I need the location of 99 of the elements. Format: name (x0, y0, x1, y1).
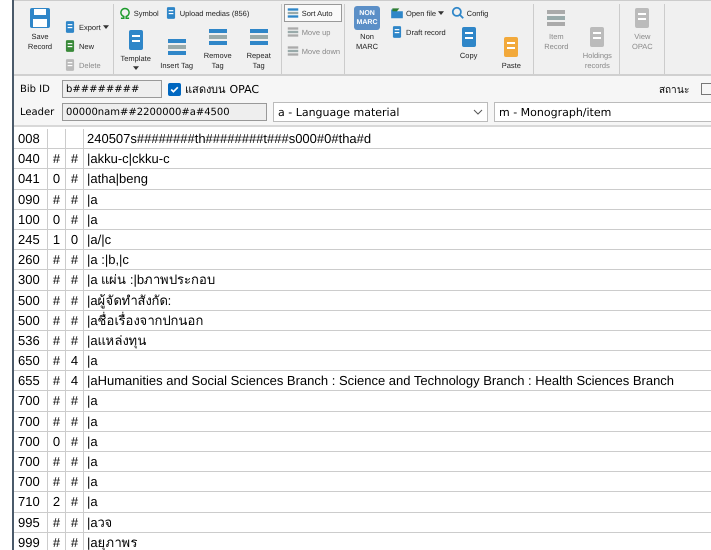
table-cell: # (66, 412, 84, 431)
table-cell: # (48, 250, 66, 270)
table-cell: 260 (14, 250, 48, 270)
table-cell: 0 (66, 230, 84, 250)
table-cell: 500 (14, 290, 48, 310)
omega-icon (118, 6, 132, 20)
table-cell: 040 (14, 149, 48, 168)
table-cell: # (66, 270, 84, 290)
table-cell: 655 (14, 371, 48, 390)
table-cell: # (48, 452, 66, 472)
show-opac-checkbox[interactable]: แสดงบน OPAC (168, 80, 260, 98)
table-cell-text: |a (86, 453, 99, 471)
table-cell-text: |aยุภาพร (86, 534, 139, 550)
table-cell: # (66, 190, 84, 209)
table-cell: # (66, 492, 84, 512)
table-cell-text: |a (86, 210, 99, 229)
table-cell-text: 240507s########th########t###s000#0#tha#d (86, 130, 372, 148)
table-cell: 100 (14, 210, 48, 229)
table-cell: 650 (14, 351, 48, 370)
table-cell-text: |a (86, 392, 99, 410)
field-label: Leader (20, 106, 56, 118)
table-cell: # (66, 310, 84, 330)
table-cell: # (48, 371, 66, 390)
table-cell-text: |aวจ (86, 514, 114, 532)
table-cell-text: |atha|beng (86, 170, 149, 188)
export-icon (63, 20, 77, 34)
table-cell: 0 (48, 210, 66, 229)
table-cell: 700 (14, 432, 48, 451)
bib-id-field[interactable]: b######## (62, 80, 162, 98)
table-cell: 008 (14, 129, 48, 148)
table-cell: 2 (48, 492, 66, 512)
table-cell: # (66, 210, 84, 229)
table-cell: # (66, 432, 84, 451)
table-cell: # (66, 290, 84, 310)
table-cell-text: |aผู้จัดทำสังกัด: (86, 292, 172, 310)
table-cell: # (48, 149, 66, 168)
table-cell: # (66, 512, 84, 532)
new-document-icon (63, 39, 77, 53)
table-cell: 700 (14, 391, 48, 411)
table-cell: 041 (14, 169, 48, 189)
table-cell: # (66, 330, 84, 350)
table-cell-text: |a แผ่น :|bภาพประกอบ (86, 271, 216, 290)
table-cell-text: |a (86, 190, 99, 209)
type-dropdown[interactable]: a - Language material (273, 102, 488, 122)
table-cell: # (66, 169, 84, 189)
document-icon (63, 58, 77, 72)
table-cell: 700 (14, 412, 48, 431)
field-label: Bib ID (20, 84, 51, 94)
table-cell: 700 (14, 472, 48, 492)
table-cell: # (48, 190, 66, 209)
sort-icon (286, 6, 300, 20)
table-cell: 999 (14, 532, 48, 550)
table-cell: # (48, 412, 66, 431)
table-cell: # (48, 472, 66, 492)
table-cell: 245 (14, 230, 48, 250)
table-cell: # (48, 532, 66, 550)
table-cell-text: |a/|c (86, 230, 112, 249)
table-cell: 4 (66, 371, 84, 390)
table-cell: # (48, 310, 66, 330)
table-cell: 700 (14, 452, 48, 472)
table-cell: 0 (48, 432, 66, 451)
table-cell-text: |aชื่อเรื่องจากปกนอก (86, 310, 205, 330)
table-cell: 536 (14, 330, 48, 350)
table-cell: 500 (14, 310, 48, 330)
status-checkbox[interactable] (701, 83, 711, 95)
table-cell: # (48, 351, 66, 370)
field-label: สถานะ (659, 84, 690, 96)
table-cell: 1 (48, 230, 66, 250)
table-cell-text: |a (86, 352, 99, 370)
table-cell-text: |a :|b,|c (86, 251, 130, 270)
checkmark-icon (169, 84, 180, 94)
folder-icon (390, 6, 404, 20)
table-cell-text: |akku-c|ckku-c (86, 150, 171, 168)
table-cell-text: |a (86, 432, 99, 451)
table-cell-text: |a (86, 412, 99, 431)
table-cell: 090 (14, 190, 48, 209)
table-cell-text: |aแหล่งทุน (86, 332, 148, 350)
table-cell: 0 (48, 169, 66, 189)
table-cell-text: |a (86, 473, 99, 492)
table-cell: 300 (14, 270, 48, 290)
level-dropdown[interactable]: m - Monograph/item (494, 102, 711, 122)
table-cell: # (66, 391, 84, 411)
table-cell: 4 (66, 351, 84, 370)
table-cell: # (48, 512, 66, 532)
table-cell: # (66, 472, 84, 492)
table-cell: # (48, 270, 66, 290)
table-cell: # (66, 532, 84, 550)
table-cell: # (66, 149, 84, 168)
leader-field[interactable]: 00000nam##2200000#a#4500 (62, 103, 267, 121)
table-cell: # (48, 391, 66, 411)
table-cell-text: |a (86, 493, 99, 512)
table-cell: 995 (14, 512, 48, 532)
table-cell: # (66, 250, 84, 270)
table-cell: 710 (14, 492, 48, 512)
table-cell-text: |aHumanities and Social Sciences Branch : Science and Technology Branch : Health Sciences Branch (86, 372, 676, 390)
table-cell: # (48, 330, 66, 350)
table-cell: # (66, 452, 84, 472)
chevron-down-icon (473, 109, 483, 115)
table-cell: # (48, 290, 66, 310)
